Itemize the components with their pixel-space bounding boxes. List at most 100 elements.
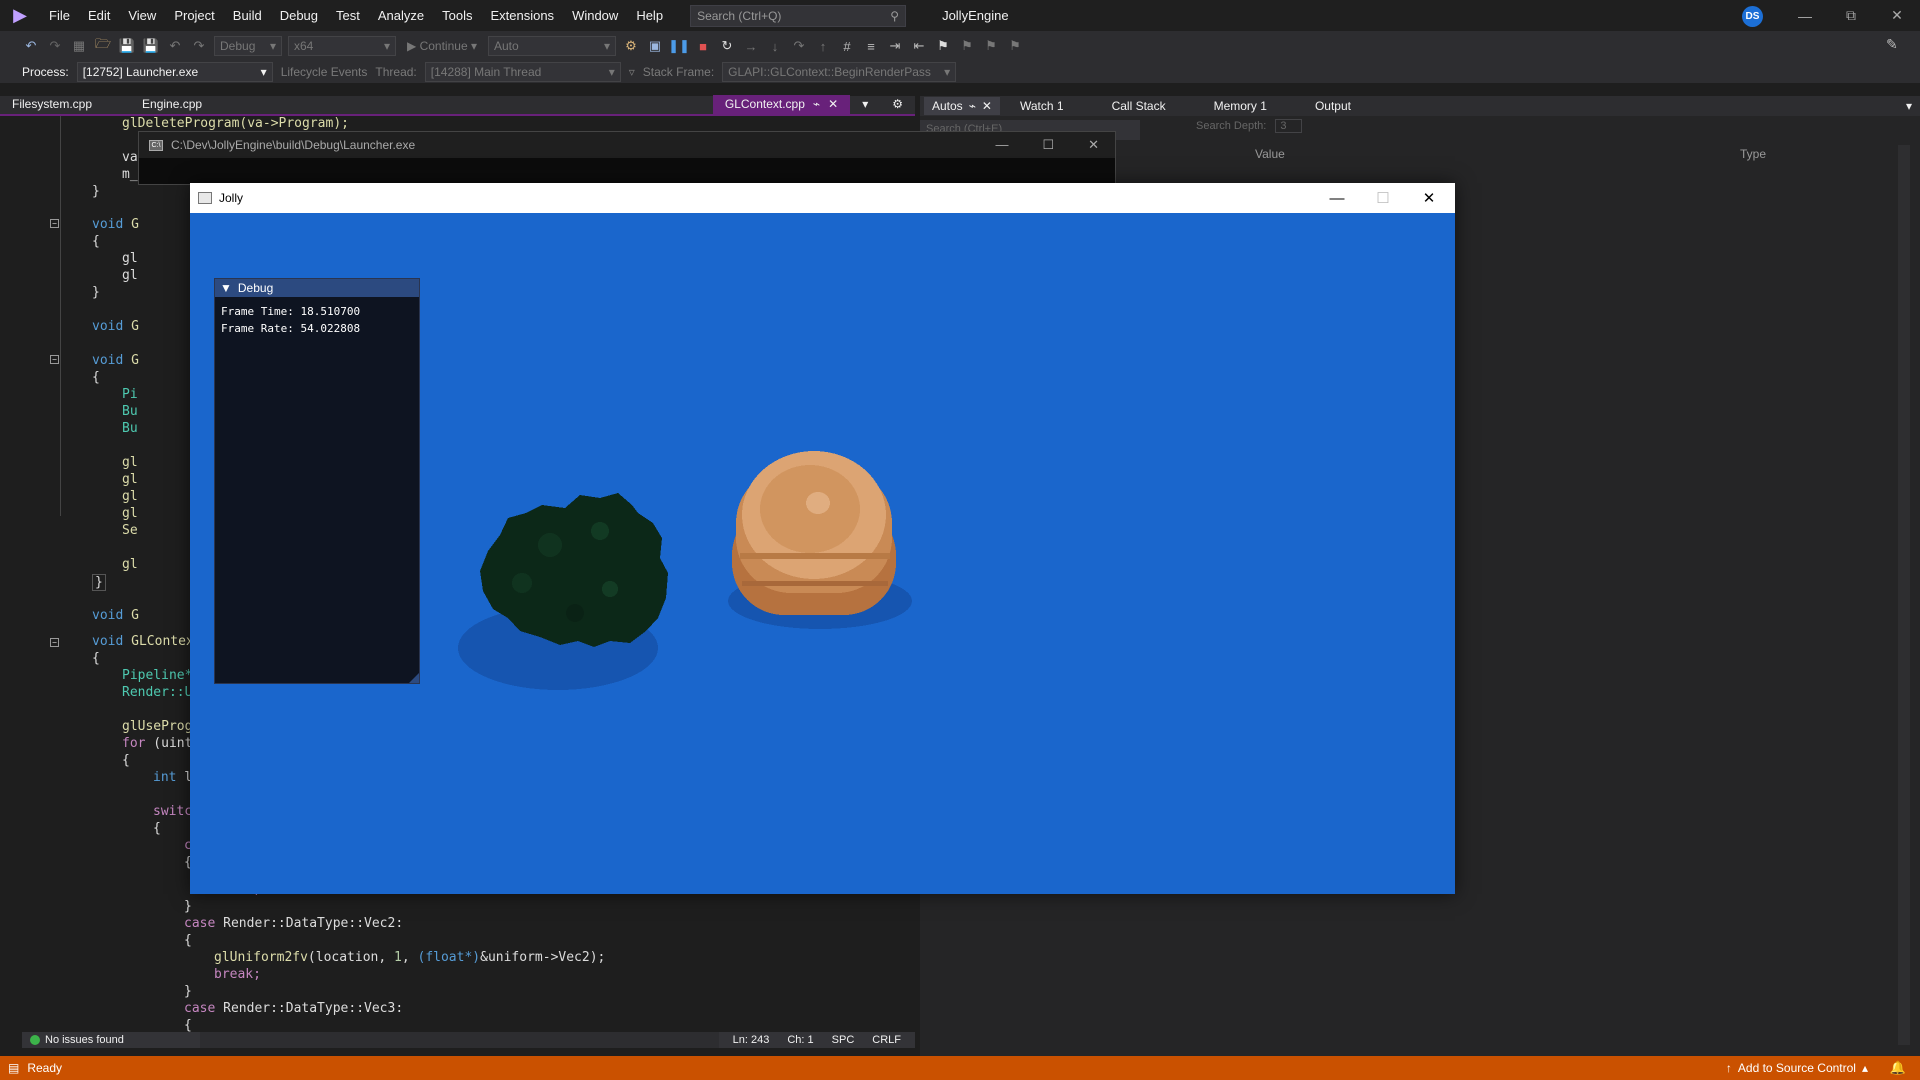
restore-icon[interactable]: ⧉ — [1828, 0, 1874, 31]
column-number[interactable]: Ch: 1 — [787, 1034, 813, 1046]
collapse-arrow-icon[interactable]: ▼ — [220, 281, 232, 295]
debug-overlay-panel[interactable]: ▼ Debug Frame Time: 18.510700 Frame Rate… — [214, 278, 420, 684]
restart-icon[interactable]: ↻ — [718, 37, 736, 55]
menu-window[interactable]: Window — [563, 8, 627, 23]
redo-icon[interactable]: ↷ — [190, 37, 208, 55]
menu-help[interactable]: Help — [627, 8, 672, 23]
tab-engine[interactable]: Engine.cpp — [130, 95, 214, 114]
menu-test[interactable]: Test — [327, 8, 369, 23]
debug-panel-header[interactable]: ▼ Debug — [215, 279, 419, 297]
new-project-icon[interactable]: ▦ — [70, 37, 88, 55]
line-endings[interactable]: CRLF — [872, 1034, 901, 1046]
undo-icon[interactable]: ↶ — [166, 37, 184, 55]
tab-glcontext[interactable]: GLContext.cpp ⌁ ✕ — [712, 95, 851, 114]
console-window[interactable]: C:\ C:\Dev\JollyEngine\build\Debug\Launc… — [138, 131, 1116, 185]
resize-grip-icon[interactable] — [409, 673, 419, 683]
indent-mode[interactable]: SPC — [832, 1034, 855, 1046]
close-tab-icon[interactable]: ✕ — [828, 97, 838, 111]
menu-debug[interactable]: Debug — [271, 8, 327, 23]
auto-select[interactable]: Auto ▾ — [488, 36, 616, 56]
close-icon[interactable]: ✕ — [1406, 183, 1452, 213]
minimize-icon[interactable]: — — [1314, 183, 1360, 213]
avatar[interactable]: DS — [1742, 6, 1763, 27]
close-icon[interactable]: ✕ — [982, 99, 992, 113]
game-viewport[interactable]: ▼ Debug Frame Time: 18.510700 Frame Rate… — [190, 213, 1455, 894]
search-depth[interactable]: Search Depth: 3 — [1196, 119, 1302, 133]
filter-icon[interactable]: ▿ — [629, 65, 635, 79]
close-icon[interactable]: ✕ — [1874, 0, 1920, 31]
minimize-icon[interactable]: — — [1782, 0, 1828, 31]
pause-icon[interactable]: ❚❚ — [668, 37, 690, 55]
next-bookmark-icon[interactable]: ⚑ — [982, 37, 1000, 55]
diagnostic-tools-icon[interactable]: ⚙ — [622, 37, 640, 55]
stack-frame-select[interactable]: GLAPI::GLContext::BeginRenderPass ▾ — [722, 62, 957, 82]
clear-bookmarks-icon[interactable]: ⚑ — [1006, 37, 1024, 55]
menu-build[interactable]: Build — [224, 8, 271, 23]
platform-select[interactable]: x64 ▾ — [288, 36, 396, 56]
maximize-icon[interactable]: ☐ — [1042, 137, 1054, 153]
code-token: case — [184, 1001, 216, 1016]
fold-toggle-icon[interactable]: − — [50, 355, 59, 364]
pin-icon[interactable]: ⌁ — [813, 97, 820, 111]
outdent-icon[interactable]: ⇤ — [910, 37, 928, 55]
pin-icon[interactable]: ⌁ — [969, 99, 976, 113]
step-into-icon[interactable]: ↓ — [766, 37, 784, 55]
live-share-icon[interactable]: ✎ — [1886, 36, 1898, 53]
tab-autos[interactable]: Autos ⌁ ✕ — [924, 97, 1000, 115]
menu-view[interactable]: View — [119, 8, 165, 23]
show-next-statement-icon[interactable]: → — [742, 37, 760, 55]
tab-watch[interactable]: Watch 1 — [1020, 99, 1084, 113]
save-icon[interactable]: 💾 — [118, 37, 136, 55]
prev-bookmark-icon[interactable]: ⚑ — [958, 37, 976, 55]
threads-icon[interactable]: ≡ — [862, 37, 880, 55]
output-window-icon[interactable]: ▤ — [8, 1061, 19, 1075]
minimize-icon[interactable]: — — [995, 137, 1008, 153]
close-icon[interactable]: ✕ — [1088, 137, 1099, 153]
column-value[interactable]: Value — [1255, 147, 1285, 161]
tab-overflow-chevron-icon[interactable]: ▾ — [850, 95, 880, 114]
autos-scrollbar[interactable] — [1898, 145, 1910, 1045]
column-type[interactable]: Type — [1740, 147, 1766, 161]
tab-filesystem[interactable]: Filesystem.cpp — [0, 95, 104, 114]
search-input[interactable]: Search (Ctrl+Q) ⚲ — [690, 4, 907, 27]
editor-status-bar: No issues found Ln: 243 Ch: 1 SPC CRLF — [22, 1032, 915, 1048]
add-to-source-control-button[interactable]: ↑ Add to Source Control ▴ — [1726, 1061, 1868, 1075]
issues-indicator[interactable]: No issues found — [22, 1032, 200, 1048]
menu-extensions[interactable]: Extensions — [481, 8, 563, 23]
notification-bell-icon[interactable]: 🔔 — [1890, 1060, 1906, 1076]
menu-project[interactable]: Project — [165, 8, 223, 23]
screenshot-icon[interactable]: ▣ — [646, 37, 664, 55]
fold-toggle-icon[interactable]: − — [50, 219, 59, 228]
menu-file[interactable]: File — [40, 8, 79, 23]
line-number[interactable]: Ln: 243 — [733, 1034, 770, 1046]
back-icon[interactable]: ↶ — [22, 37, 40, 55]
fold-toggle-icon[interactable]: − — [50, 638, 59, 647]
hex-display-icon[interactable]: # — [838, 37, 856, 55]
save-all-icon[interactable]: 💾 — [142, 37, 160, 55]
menu-analyze[interactable]: Analyze — [369, 8, 433, 23]
continue-label: Continue — [419, 39, 468, 53]
step-out-icon[interactable]: ↑ — [814, 37, 832, 55]
lifecycle-events-button[interactable]: Lifecycle Events — [281, 65, 368, 79]
process-select[interactable]: [12752] Launcher.exe ▾ — [76, 62, 273, 82]
console-titlebar[interactable]: C:\ C:\Dev\JollyEngine\build\Debug\Launc… — [139, 132, 1115, 158]
jolly-titlebar[interactable]: Jolly — [190, 183, 1455, 213]
open-icon[interactable]: 🗁 — [94, 36, 112, 55]
maximize-icon[interactable]: ☐ — [1360, 183, 1406, 213]
bookmark-icon[interactable]: ⚑ — [934, 37, 952, 55]
tab-output[interactable]: Output — [1315, 99, 1371, 113]
continue-button[interactable]: ▶ Continue ▾ — [402, 36, 482, 56]
tab-settings-gear-icon[interactable]: ⚙ — [880, 95, 915, 114]
step-over-icon[interactable]: ↷ — [790, 37, 808, 55]
menu-tools[interactable]: Tools — [433, 8, 481, 23]
stop-icon[interactable]: ■ — [694, 37, 712, 55]
menu-edit[interactable]: Edit — [79, 8, 119, 23]
indent-icon[interactable]: ⇥ — [886, 37, 904, 55]
tab-memory[interactable]: Memory 1 — [1214, 99, 1287, 113]
solution-config-select[interactable]: Debug ▾ — [214, 36, 282, 56]
tab-call-stack[interactable]: Call Stack — [1112, 99, 1186, 113]
chevron-down-icon[interactable]: ▾ — [1906, 99, 1912, 113]
forward-icon[interactable]: ↷ — [46, 37, 64, 55]
jolly-window[interactable]: Jolly — ☐ ✕ ▼ Debug Frame Time: 18.51070… — [190, 183, 1455, 894]
thread-select[interactable]: [14288] Main Thread ▾ — [424, 62, 621, 82]
